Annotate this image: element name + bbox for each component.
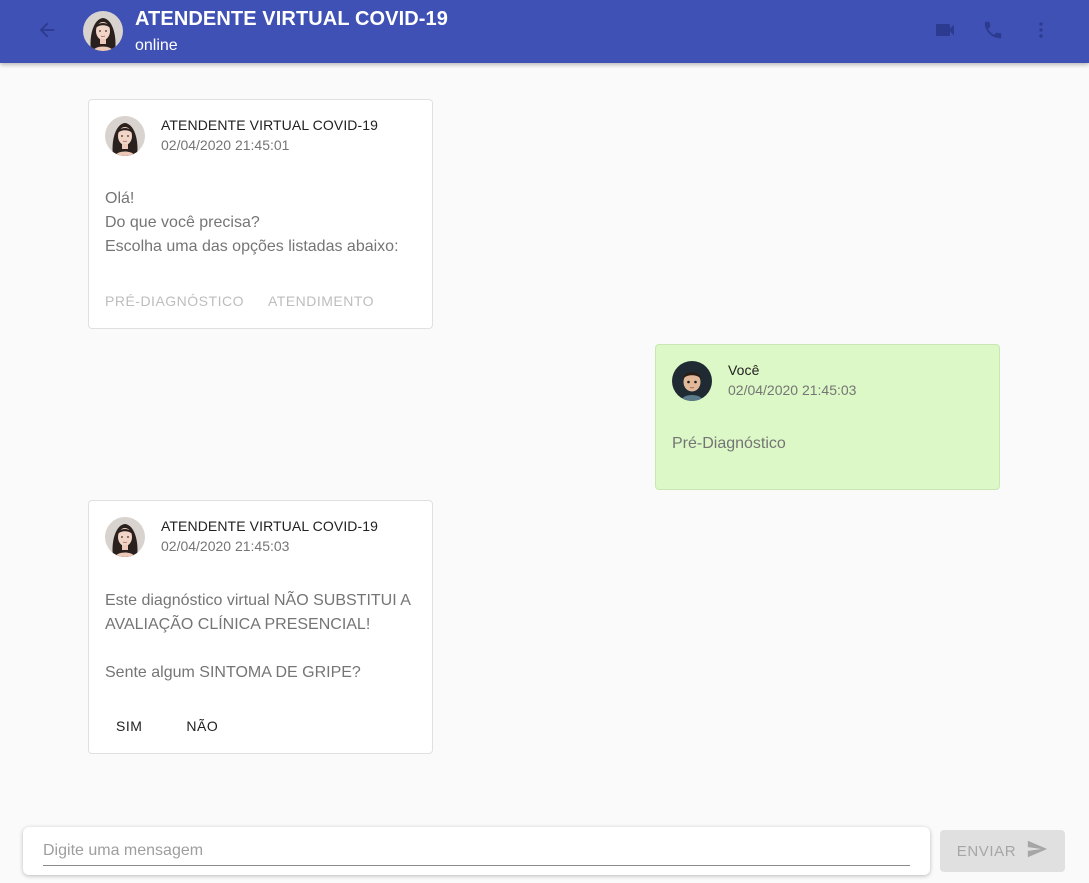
- message-actions: PRÉ-DIAGNÓSTICO ATENDIMENTO: [97, 283, 390, 319]
- message-sender: ATENDENTE VIRTUAL COVID-19: [161, 117, 379, 133]
- message-line: Este diagnóstico virtual NÃO SUBSTITUI A: [105, 592, 411, 609]
- header-avatar[interactable]: [83, 11, 123, 51]
- arrow-back-icon: [36, 19, 58, 46]
- pre-diagnostico-button[interactable]: PRÉ-DIAGNÓSTICO: [97, 283, 252, 319]
- send-button[interactable]: ENVIAR: [940, 830, 1065, 872]
- message-body: Pré-Diagnóstico: [672, 432, 786, 456]
- message-line: Pré-Diagnóstico: [672, 435, 786, 452]
- message-line: Do que você precisa?: [105, 214, 260, 231]
- chat-title: ATENDENTE VIRTUAL COVID-19: [135, 8, 449, 30]
- message-line: Sente algum SINTOMA DE GRIPE?: [105, 664, 361, 681]
- message-line: Olá!: [105, 190, 135, 207]
- app-bar: ATENDENTE VIRTUAL COVID-19 online: [0, 0, 1089, 63]
- message-line: AVALIAÇÃO CLÍNICA PRESENCIAL!: [105, 616, 371, 633]
- more-options-button[interactable]: [1028, 19, 1054, 45]
- phone-icon: [982, 19, 1004, 46]
- more-vert-icon: [1030, 19, 1052, 46]
- message-sender: ATENDENTE VIRTUAL COVID-19: [161, 518, 379, 534]
- atendimento-button[interactable]: ATENDIMENTO: [260, 283, 382, 319]
- message-actions: SIM NÃO: [97, 708, 243, 744]
- sim-button[interactable]: SIM: [97, 708, 161, 744]
- send-label: ENVIAR: [956, 842, 1017, 860]
- nao-button[interactable]: NÃO: [167, 708, 237, 744]
- message-body: Este diagnóstico virtual NÃO SUBSTITUI A…: [105, 589, 411, 685]
- chat-status: online: [135, 37, 178, 54]
- voice-call-button[interactable]: [980, 19, 1006, 45]
- avatar: [672, 361, 712, 401]
- message-timestamp: 02/04/2020 21:45:03: [728, 382, 857, 398]
- message-body: Olá! Do que você precisa? Escolha uma da…: [105, 187, 399, 259]
- avatar: [105, 116, 145, 156]
- videocam-icon: [933, 18, 957, 47]
- bot-message-card: ATENDENTE VIRTUAL COVID-19 02/04/2020 21…: [88, 99, 433, 329]
- message-sender: Você: [728, 362, 760, 378]
- message-input[interactable]: [43, 836, 910, 866]
- user-message-card: Você 02/04/2020 21:45:03 Pré-Diagnóstico: [655, 344, 1000, 490]
- message-timestamp: 02/04/2020 21:45:01: [161, 137, 290, 153]
- back-button[interactable]: [34, 19, 60, 45]
- message-line: Escolha uma das opções listadas abaixo:: [105, 238, 399, 255]
- avatar: [105, 517, 145, 557]
- message-timestamp: 02/04/2020 21:45:03: [161, 538, 290, 554]
- bot-message-card: ATENDENTE VIRTUAL COVID-19 02/04/2020 21…: [88, 500, 433, 754]
- video-call-button[interactable]: [932, 19, 958, 45]
- message-composer: [23, 827, 930, 875]
- send-icon: [1026, 838, 1048, 865]
